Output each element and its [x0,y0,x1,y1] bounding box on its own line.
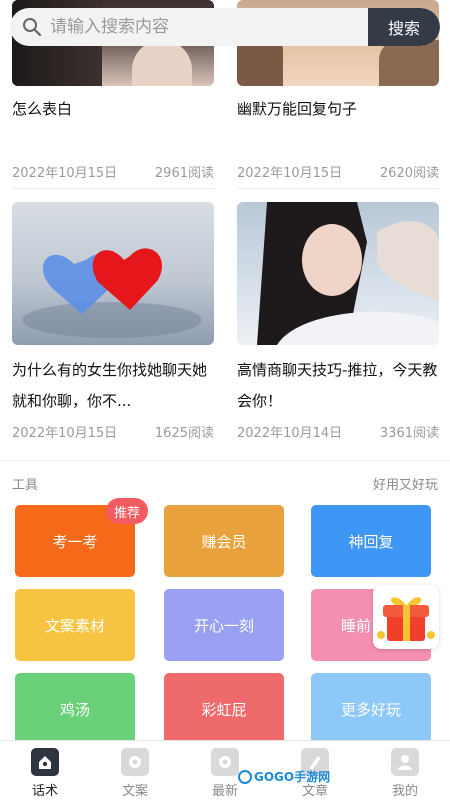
tool-more-fun-button[interactable]: 更多好玩 [311,673,431,740]
article-title: 幽默万能回复句子 [237,100,358,118]
article-date: 2022年10月14日 [237,426,343,441]
search-bar: 搜索 [10,8,440,46]
tool-chicken-soup-button[interactable]: 鸡汤 [15,673,135,740]
article-date: 2022年10月15日 [237,166,343,181]
tab-label: 话术 [31,784,58,799]
article-reads: 2961阅读 [154,166,214,181]
scroll-content[interactable]: 怎么表白 2022年10月15日 2961阅读 幽默万能回复句子 2022年10… [0,0,450,740]
tab-label: 我的 [391,784,418,799]
watermark-text: GOGO手游网 [254,770,331,784]
article-card-body[interactable]: 幽默万能回复句子 2022年10月15日 2620阅读 [237,94,439,189]
article-meta: 2022年10月15日 1625阅读 [12,422,214,441]
divider [0,460,450,461]
article-meta: 2022年10月15日 2961阅读 [12,162,214,181]
article-date: 2022年10月15日 [12,426,118,441]
article-reads: 3361阅读 [379,426,439,441]
tool-happy-moment-button[interactable]: 开心一刻 [164,589,284,661]
tab-label: 文案 [121,784,148,799]
tool-flattery-button[interactable]: 彩虹屁 [164,673,284,740]
article-thumbnail [237,202,439,345]
tool-label: 睡前 [341,616,372,635]
tool-label: 考一考 [52,532,98,551]
article-title: 高情商聊天技巧-推拉，今天教会你！ [237,361,438,410]
user-icon [391,748,419,776]
tools-title: 工具 [12,478,39,493]
tools-header: 工具 好用又好玩 [12,474,438,493]
article-date: 2022年10月15日 [12,166,118,181]
gift-float-button[interactable] [373,585,439,649]
tool-copy-material-button[interactable]: 文案素材 [15,589,135,661]
article-thumbnail [12,202,214,345]
bottom-tab-bar: 话术 文案 最新 文章 我的 [0,740,450,800]
hearts-image [22,248,202,338]
tool-earn-vip-button[interactable]: 赚会员 [164,505,284,577]
gift-icon [377,597,435,641]
article-meta: 2022年10月15日 2620阅读 [237,162,439,181]
article-card[interactable]: 为什么有的女生你找她聊天她就和你聊，你不... 2022年10月15日 1625… [12,202,214,441]
article-title: 怎么表白 [12,100,73,118]
tool-label: 神回复 [348,532,394,551]
recommend-badge: 推荐 [106,498,148,524]
tab-scripts[interactable]: 话术 [0,741,90,800]
watermark: GOGO手游网 [238,768,330,785]
article-title: 为什么有的女生你找她聊天她就和你聊，你不... [12,361,208,410]
tab-label: 最新 [211,784,238,799]
search-icon [23,18,42,37]
tools-subtitle: 好用又好玩 [372,478,438,493]
clock-icon [211,748,239,776]
divider [12,188,214,189]
article-reads: 1625阅读 [154,426,214,441]
tab-copywriting[interactable]: 文案 [90,741,180,800]
article-card[interactable]: 高情商聊天技巧-推拉，今天教会你！ 2022年10月14日 3361阅读 [237,202,439,441]
article-reads: 2620阅读 [379,166,439,181]
tool-label: 彩虹屁 [201,700,247,719]
tool-label: 文案素材 [44,616,105,635]
search-input[interactable] [50,8,370,46]
document-icon [121,748,149,776]
tab-mine[interactable]: 我的 [360,741,450,800]
home-icon [31,748,59,776]
divider [237,188,439,189]
tool-label: 赚会员 [201,532,247,551]
tool-label: 开心一刻 [193,616,254,635]
watermark-logo-icon [238,769,252,784]
tool-label: 更多好玩 [340,700,401,719]
tool-label: 鸡汤 [59,700,90,719]
search-button[interactable]: 搜索 [368,8,440,46]
portrait-image [257,202,439,345]
tool-witty-reply-button[interactable]: 神回复 [311,505,431,577]
article-meta: 2022年10月14日 3361阅读 [237,422,439,441]
article-card-body[interactable]: 怎么表白 2022年10月15日 2961阅读 [12,94,214,189]
